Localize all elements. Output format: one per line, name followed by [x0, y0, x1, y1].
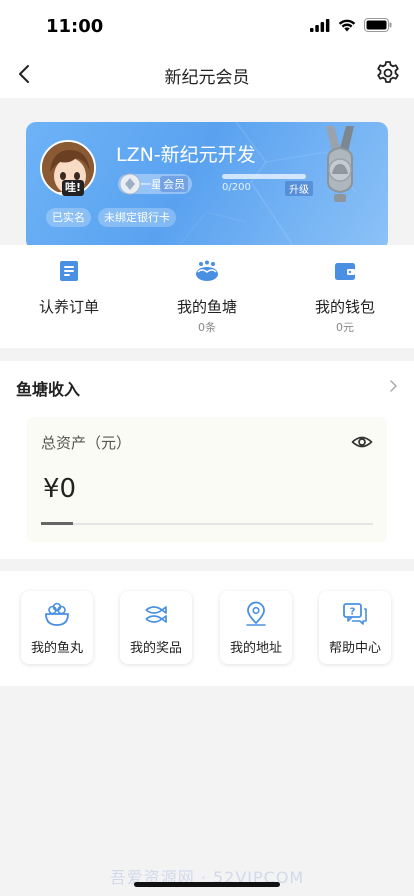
status-time: 11:00: [46, 16, 104, 37]
feature-fish-balls[interactable]: 我的鱼丸: [21, 591, 93, 664]
eye-icon[interactable]: [351, 431, 373, 453]
nav-bar: 新纪元会员: [0, 52, 414, 98]
svg-text:?: ?: [350, 607, 356, 618]
home-indicator[interactable]: [134, 882, 280, 887]
feature-prizes-label: 我的奖品: [129, 641, 182, 656]
fish-pond-icon: [196, 260, 218, 281]
quick-actions: 认养订单 我的鱼塘 0条 我的钱包 0元: [0, 245, 414, 348]
feature-address[interactable]: 我的地址: [220, 591, 292, 664]
chevron-right-icon[interactable]: [388, 379, 398, 393]
quick-orders[interactable]: 认养订单: [0, 245, 138, 348]
quick-pond[interactable]: 我的鱼塘 0条: [138, 245, 276, 348]
asset-scroll-track: [41, 522, 373, 525]
tag-bank-card[interactable]: 未绑定银行卡: [98, 208, 176, 227]
fish-ball-bowl-icon: [45, 602, 69, 626]
signal-icon: [310, 18, 330, 32]
total-assets-value: ¥0: [43, 474, 77, 504]
silver-medal-icon: [326, 126, 354, 202]
quick-pond-label: 我的鱼塘: [176, 298, 237, 316]
asset-scroll-indicator: [41, 522, 73, 525]
tag-verified: 已实名: [46, 208, 91, 227]
feature-grid: 我的鱼丸 我的奖品 我的地址 ? 帮助中心: [0, 571, 414, 686]
level-diamond-icon: [119, 173, 141, 195]
avatar-badge: 哇!: [62, 180, 85, 196]
feature-help-label: 帮助中心: [328, 641, 381, 656]
status-bar: 11:00: [0, 0, 414, 52]
pond-income-section: 鱼塘收入 总资产（元） ¥0: [0, 361, 414, 559]
total-assets-label: 总资产（元）: [41, 434, 132, 452]
wallet-icon: [335, 263, 355, 280]
clipboard-icon: [60, 261, 78, 281]
gear-icon[interactable]: [374, 59, 402, 87]
location-pin-icon: [246, 601, 266, 626]
quick-wallet[interactable]: 我的钱包 0元: [276, 245, 414, 348]
help-chat-icon: ?: [343, 603, 367, 625]
level-stars: 一星: [140, 178, 162, 191]
feature-address-label: 我的地址: [229, 641, 282, 656]
quick-wallet-amount: 0元: [336, 321, 354, 334]
upgrade-button[interactable]: 升级: [285, 181, 313, 196]
status-icons: [310, 18, 392, 32]
feature-help[interactable]: ? 帮助中心: [319, 591, 391, 664]
level-progress-text: 0/200: [222, 182, 251, 193]
fish-prize-icon: [145, 606, 167, 623]
quick-pond-count: 0条: [198, 321, 216, 334]
level-label: 会员: [160, 176, 188, 192]
level-progress-bar: [222, 174, 306, 179]
quick-wallet-label: 我的钱包: [314, 298, 375, 316]
member-card[interactable]: 哇! LZN-新纪元开发 一星 会员 0/200 升级 已实名 未绑定银行卡: [26, 122, 388, 250]
battery-icon: [364, 18, 392, 32]
page-title: 新纪元会员: [164, 68, 250, 88]
feature-prizes[interactable]: 我的奖品: [120, 591, 192, 664]
level-badge: 一星 会员: [118, 173, 192, 195]
user-name: LZN-新纪元开发: [116, 144, 256, 166]
feature-fish-balls-label: 我的鱼丸: [30, 641, 83, 656]
wifi-icon: [338, 19, 356, 31]
asset-card: 总资产（元） ¥0: [27, 417, 387, 542]
quick-orders-label: 认养订单: [38, 298, 99, 316]
pond-income-title: 鱼塘收入: [16, 380, 81, 399]
